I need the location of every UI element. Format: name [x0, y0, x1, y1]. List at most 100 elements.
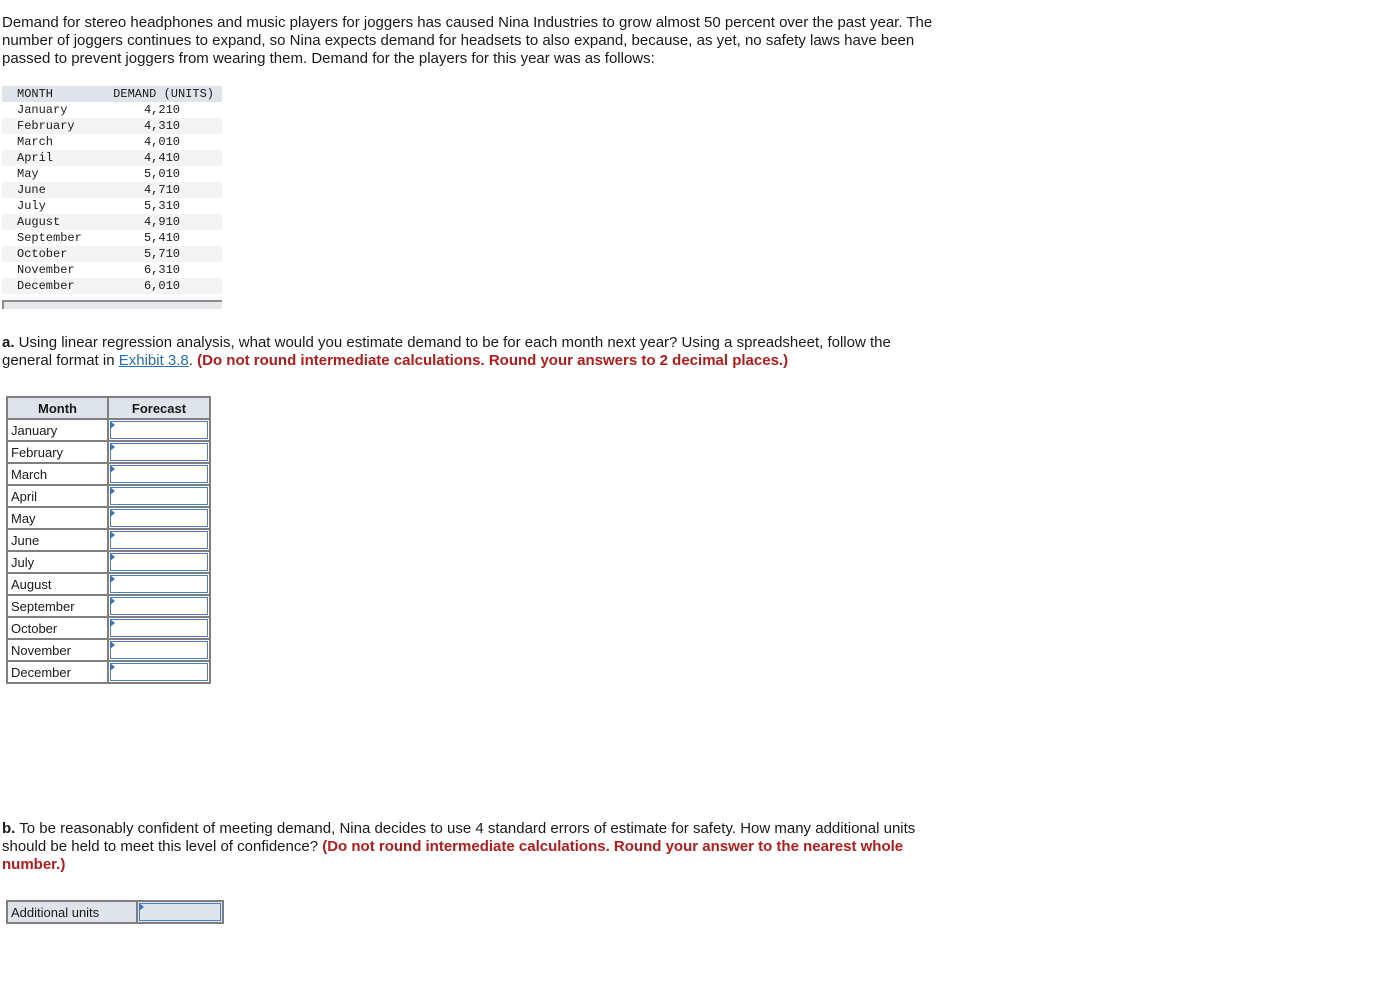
demand-value: 5,010: [143, 167, 180, 181]
demand-month: November: [17, 263, 75, 277]
input-flag-icon: [110, 531, 115, 539]
additional-units-label: Additional units: [6, 900, 138, 924]
forecast-row: June: [6, 528, 211, 552]
forecast-input[interactable]: [110, 597, 208, 615]
demand-row: August 4,910: [2, 214, 222, 230]
forecast-input[interactable]: [110, 619, 208, 637]
forecast-input[interactable]: [110, 575, 208, 593]
input-flag-icon: [110, 619, 115, 627]
month-header: MONTH: [2, 86, 105, 102]
input-flag-icon: [110, 421, 115, 429]
demand-month: September: [17, 231, 82, 245]
forecast-month: July: [6, 550, 109, 574]
input-flag-icon: [110, 487, 115, 495]
forecast-row: November: [6, 638, 211, 662]
forecast-row: August: [6, 572, 211, 596]
demand-value: 6,310: [143, 263, 180, 277]
demand-row: October 5,710: [2, 246, 222, 262]
additional-units-table: Additional units: [6, 900, 224, 924]
forecast-row: April: [6, 484, 211, 508]
demand-month: June: [2, 182, 105, 198]
forecast-input[interactable]: [110, 641, 208, 659]
forecast-month: December: [6, 660, 109, 684]
demand-value: 4,010: [143, 135, 180, 149]
forecast-table: Month Forecast January February March Ap…: [6, 396, 211, 684]
forecast-input[interactable]: [110, 465, 208, 483]
additional-units-input[interactable]: [139, 903, 221, 921]
forecast-row: July: [6, 550, 211, 574]
demand-value: 4,310: [105, 118, 222, 134]
input-flag-icon: [110, 663, 115, 671]
demand-value: 5,710: [105, 246, 222, 262]
forecast-value-header: Forecast: [107, 396, 211, 420]
forecast-row: December: [6, 660, 211, 684]
input-flag-icon: [110, 597, 115, 605]
forecast-input[interactable]: [110, 421, 208, 439]
demand-row: April 4,410: [2, 150, 222, 166]
input-flag-icon: [110, 443, 115, 451]
intro-paragraph: Demand for stereo headphones and music p…: [2, 14, 933, 67]
forecast-month: October: [6, 616, 109, 640]
forecast-month: November: [6, 638, 109, 662]
part-b-label: b.: [2, 820, 16, 837]
demand-table-footer: [2, 300, 222, 309]
demand-month: May: [17, 167, 39, 181]
demand-row: March 4,010: [2, 134, 222, 150]
demand-row: December 6,010: [2, 278, 222, 294]
forecast-input[interactable]: [110, 509, 208, 527]
demand-value: 6,010: [105, 278, 222, 294]
demand-month: March: [17, 135, 54, 149]
part-a-instruction: (Do not round intermediate calculations.…: [197, 352, 789, 369]
input-flag-icon: [139, 903, 144, 911]
part-b-question: b. To be reasonably confident of meeting…: [2, 820, 942, 874]
forecast-row: October: [6, 616, 211, 640]
exhibit-link[interactable]: Exhibit 3.8: [119, 352, 189, 369]
forecast-input[interactable]: [110, 443, 208, 461]
part-a-period: .: [188, 352, 198, 369]
forecast-month: March: [6, 462, 109, 486]
input-flag-icon: [110, 465, 115, 473]
forecast-month: September: [6, 594, 109, 618]
demand-header: DEMAND (UNITS): [105, 86, 222, 102]
demand-value: 4,410: [105, 150, 222, 166]
forecast-input[interactable]: [110, 553, 208, 571]
forecast-month: May: [6, 506, 109, 530]
forecast-month: June: [6, 528, 109, 552]
demand-value: 4,210: [143, 103, 180, 117]
demand-value: 4,710: [105, 182, 222, 198]
forecast-input[interactable]: [110, 531, 208, 549]
forecast-row: September: [6, 594, 211, 618]
input-flag-icon: [110, 553, 115, 561]
input-flag-icon: [110, 575, 115, 583]
demand-month: October: [2, 246, 105, 262]
forecast-month: August: [6, 572, 109, 596]
demand-value: 5,410: [143, 231, 180, 245]
forecast-input[interactable]: [110, 663, 208, 681]
forecast-row: May: [6, 506, 211, 530]
demand-table-header: MONTH DEMAND (UNITS): [2, 86, 222, 102]
demand-month: December: [2, 278, 105, 294]
demand-row: November 6,310: [2, 262, 222, 278]
part-a-question: a. Using linear regression analysis, wha…: [2, 334, 942, 370]
demand-row: June 4,710: [2, 182, 222, 198]
part-a-label: a.: [2, 334, 15, 351]
demand-table: MONTH DEMAND (UNITS) January 4,210 Februa…: [2, 86, 222, 294]
demand-value: 4,910: [105, 214, 222, 230]
demand-value: 5,310: [143, 199, 180, 213]
demand-row: July 5,310: [2, 198, 222, 214]
demand-month: July: [17, 199, 46, 213]
demand-month: January: [17, 103, 68, 117]
forecast-month: January: [6, 418, 109, 442]
forecast-row: February: [6, 440, 211, 464]
forecast-month: April: [6, 484, 109, 508]
forecast-input[interactable]: [110, 487, 208, 505]
demand-month: April: [2, 150, 105, 166]
forecast-month-header: Month: [6, 396, 109, 420]
demand-month: August: [2, 214, 105, 230]
demand-row: September 5,410: [2, 230, 222, 246]
forecast-row: January: [6, 418, 211, 442]
demand-month: February: [2, 118, 105, 134]
forecast-row: March: [6, 462, 211, 486]
demand-row: May 5,010: [2, 166, 222, 182]
demand-row: February 4,310: [2, 118, 222, 134]
